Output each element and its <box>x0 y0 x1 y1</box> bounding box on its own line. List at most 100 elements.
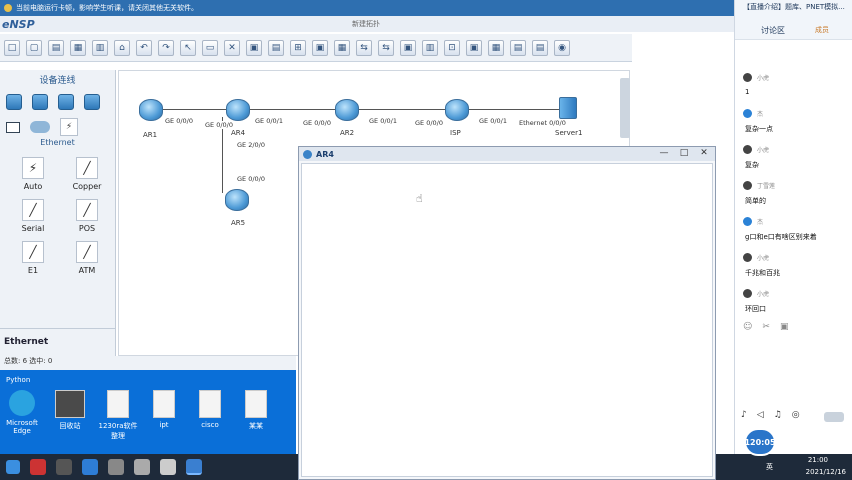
toggle-switch[interactable] <box>824 412 844 422</box>
router-ar4[interactable] <box>226 99 250 121</box>
toolbar-button-icon[interactable]: ▢ <box>26 39 42 56</box>
toolbar-button-icon[interactable]: ▥ <box>422 39 438 56</box>
device-category-row <box>0 86 115 110</box>
toolbar-button-icon[interactable]: ↷ <box>158 39 174 56</box>
toolbar-button-icon[interactable]: ◉ <box>554 39 570 56</box>
avatar[interactable] <box>743 73 752 82</box>
cable-icon: ╱ <box>76 241 98 263</box>
toolbar-button-icon[interactable]: ▤ <box>510 39 526 56</box>
router-isp[interactable] <box>445 99 469 121</box>
image-icon[interactable]: ▣ <box>780 322 789 332</box>
toolbar-button-icon[interactable]: ▭ <box>202 39 218 56</box>
taskbar-app-icon[interactable] <box>82 459 98 475</box>
avatar[interactable] <box>743 253 752 262</box>
desktop-icon-ipt[interactable]: ipt <box>144 390 184 429</box>
speaker-icon[interactable]: ◁ <box>757 410 764 420</box>
desktop-icon-edge[interactable]: Microsoft Edge <box>2 390 42 435</box>
avatar[interactable] <box>743 109 752 118</box>
pc-icon[interactable] <box>6 121 20 133</box>
message-author: 杰 <box>757 111 764 118</box>
desktop-icon-cisco[interactable]: cisco <box>190 390 230 429</box>
toolbar-button-icon[interactable]: ▣ <box>400 39 416 56</box>
cloud-icon[interactable] <box>30 121 50 133</box>
canvas-scrollbar[interactable] <box>620 78 630 138</box>
toolbar-button-icon[interactable]: ↖ <box>180 39 196 56</box>
tab-members[interactable]: 成员 <box>815 25 829 35</box>
taskbar-app-icon[interactable] <box>108 459 124 475</box>
panel-footer: Ethernet <box>0 328 116 356</box>
wireless-icon[interactable] <box>58 94 74 110</box>
desktop-icon-folder[interactable]: 1230ra软件整理 <box>98 390 138 441</box>
router-icon[interactable] <box>6 94 22 110</box>
taskbar-app-icon[interactable] <box>134 459 150 475</box>
toolbar-button-icon[interactable]: ⊞ <box>290 39 306 56</box>
toolbar-button-icon[interactable]: ↶ <box>136 39 152 56</box>
music-icon[interactable]: ♫ <box>774 410 782 420</box>
toolbar-button-icon[interactable]: ▦ <box>334 39 350 56</box>
microphone-icon[interactable]: ♪ <box>741 410 747 420</box>
cable-item[interactable]: ╱ E1 <box>8 241 58 275</box>
toolbar-button-icon[interactable]: ▣ <box>312 39 328 56</box>
desktop-icon-recycle[interactable]: 回收站 <box>50 390 90 431</box>
avatar[interactable] <box>743 145 752 154</box>
chat-message: 杰复杂一点 <box>735 106 852 142</box>
toolbar-button-icon[interactable]: ▤ <box>268 39 284 56</box>
warning-icon <box>4 4 12 12</box>
toolbar-button-icon[interactable]: ▤ <box>532 39 548 56</box>
toolbar-button-icon[interactable]: ✕ <box>224 39 240 56</box>
cable-icon: ╱ <box>22 199 44 221</box>
cable-item[interactable]: ╱ ATM <box>62 241 112 275</box>
device-label: AR5 <box>231 219 246 227</box>
ime-indicator[interactable]: 英 <box>766 462 773 472</box>
cable-item[interactable]: ╱ Serial <box>8 199 58 233</box>
desktop-icon-doc[interactable]: 某某 <box>236 390 276 431</box>
maximize-button[interactable]: □ <box>677 148 691 158</box>
emoji-icon[interactable]: ☺ <box>743 322 752 332</box>
toolbar-button-icon[interactable]: □ <box>4 39 20 56</box>
avatar[interactable] <box>743 181 752 190</box>
cable-item[interactable]: ╱ POS <box>62 199 112 233</box>
cable-item[interactable]: ╱ Copper <box>62 157 112 191</box>
tab-discussion[interactable]: 讨论区 <box>761 25 785 36</box>
router-ar5[interactable] <box>225 189 249 211</box>
message-text: 复杂 <box>745 161 759 169</box>
console-area[interactable]: ☝ <box>301 163 713 477</box>
avatar[interactable] <box>743 217 752 226</box>
toolbar-button-icon[interactable]: ⊡ <box>444 39 460 56</box>
tray-time: 21:00 <box>807 456 828 464</box>
switch-icon[interactable] <box>32 94 48 110</box>
scissors-icon[interactable]: ✂ <box>762 322 770 332</box>
taskbar-app-icon[interactable] <box>56 459 72 475</box>
router-ar1[interactable] <box>139 99 163 121</box>
file-icon <box>245 390 267 418</box>
cable-label: Serial <box>21 224 45 233</box>
message-text: 简单的 <box>745 197 766 205</box>
windows-start-icon[interactable] <box>6 460 20 474</box>
taskbar-app-icon[interactable] <box>160 459 176 475</box>
cable-item[interactable]: ⚡ Auto <box>8 157 58 191</box>
minimize-button[interactable]: — <box>657 148 671 158</box>
input-tools: ☺ ✂ ▣ <box>743 322 788 332</box>
toolbar-button-icon[interactable]: ⌂ <box>114 39 130 56</box>
taskbar-app-icon[interactable] <box>30 459 46 475</box>
toolbar-button-icon[interactable]: ▣ <box>466 39 482 56</box>
toolbar-button-icon[interactable]: ▦ <box>70 39 86 56</box>
toolbar-button-icon[interactable]: ▤ <box>48 39 64 56</box>
edge-icon <box>9 390 35 416</box>
screen: 当前电脑运行卡顿，影响学生听课，请关闭其他无关软件。 eNSP 新建拓扑 □ ▢ ▤… <box>0 0 852 480</box>
cable-category-icon[interactable]: ⚡ <box>60 118 78 136</box>
router-ar2[interactable] <box>335 99 359 121</box>
toolbar-button-icon[interactable]: ▥ <box>92 39 108 56</box>
avatar[interactable] <box>743 289 752 298</box>
toolbar-button-icon[interactable]: ▦ <box>488 39 504 56</box>
firewall-icon[interactable] <box>84 94 100 110</box>
toolbar-button-icon[interactable]: ⇆ <box>378 39 394 56</box>
port-label: GE 0/0/0 <box>205 121 233 129</box>
cable-type-label: Ethernet <box>40 138 75 147</box>
toolbar-button-icon[interactable]: ⇆ <box>356 39 372 56</box>
close-button[interactable]: ✕ <box>697 148 711 158</box>
toolbar-button-icon[interactable]: ▣ <box>246 39 262 56</box>
taskbar-ensp-icon[interactable] <box>186 459 202 475</box>
location-icon[interactable]: ◎ <box>792 410 800 420</box>
server-server1[interactable] <box>559 97 577 119</box>
